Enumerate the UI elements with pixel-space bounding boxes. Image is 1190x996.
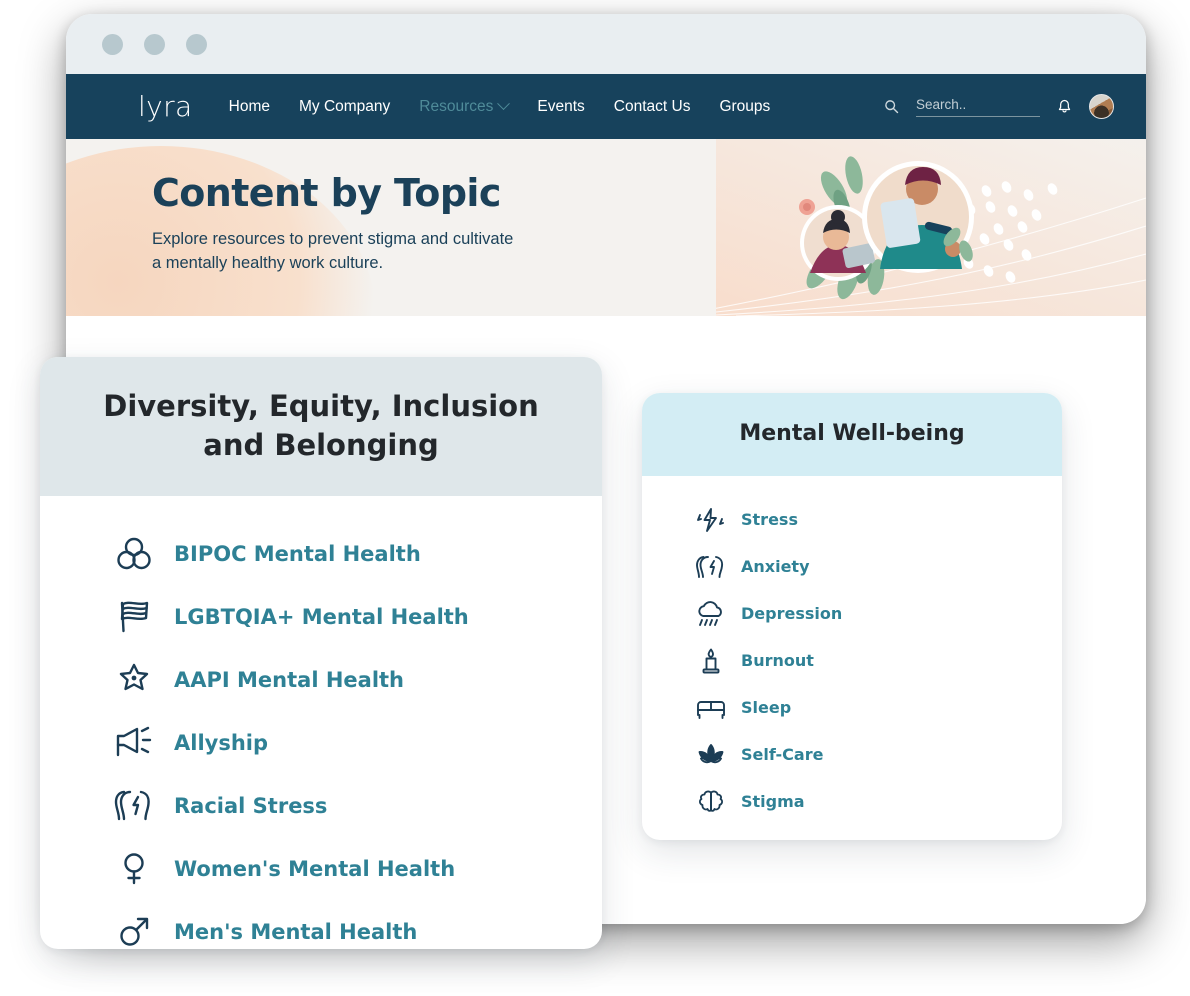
card-diversity-equity-inclusion: Diversity, Equity, Inclusion and Belongi… [40, 357, 602, 949]
list-item-self-care-label: Self-Care [741, 745, 824, 764]
list-item-allyship[interactable]: Allyship [40, 711, 602, 774]
bed-icon [695, 693, 727, 723]
nav-item-home[interactable]: Home [229, 98, 270, 116]
head-lightning-icon [112, 786, 156, 826]
three-circles-icon [112, 534, 156, 574]
list-item-lgbtqia-mental-health[interactable]: LGBTQIA+ Mental Health [40, 585, 602, 648]
card-dei-title-line2: and Belonging [203, 427, 439, 462]
list-item-mens-label: Men's Mental Health [174, 919, 418, 944]
lyra-logo[interactable]: lyra [138, 92, 193, 121]
card-mental-well-being-header: Mental Well-being [642, 393, 1062, 476]
hero-banner: Content by Topic Explore resources to pr… [66, 139, 1146, 316]
bell-icon[interactable] [1057, 99, 1072, 115]
nav-item-my-company[interactable]: My Company [299, 98, 390, 116]
list-item-burnout-label: Burnout [741, 651, 814, 670]
search-input[interactable] [916, 96, 1040, 112]
list-item-stress[interactable]: Stress [642, 496, 1062, 543]
list-item-depression-label: Depression [741, 604, 843, 623]
list-item-sleep-label: Sleep [741, 698, 792, 717]
page-title: Content by Topic [152, 171, 501, 215]
list-item-aapi-mental-health[interactable]: AAPI Mental Health [40, 648, 602, 711]
card-dei-header: Diversity, Equity, Inclusion and Belongi… [40, 357, 602, 497]
list-item-womens-label: Women's Mental Health [174, 856, 456, 881]
lightning-bolts-icon [695, 505, 727, 535]
card-dei-title-line1: Diversity, Equity, Inclusion [103, 389, 539, 423]
search-field-wrapper[interactable] [916, 96, 1040, 117]
list-item-anxiety-label: Anxiety [741, 557, 810, 576]
list-item-bipoc-mental-health[interactable]: BIPOC Mental Health [40, 522, 602, 585]
list-item-self-care[interactable]: Self-Care [642, 731, 1062, 778]
venus-symbol-icon [112, 849, 156, 889]
list-item-depression[interactable]: Depression [642, 590, 1062, 637]
close-dot[interactable] [102, 33, 123, 55]
hero-text-block: Content by Topic Explore resources to pr… [152, 171, 513, 276]
list-item-allyship-label: Allyship [174, 730, 269, 755]
list-item-bipoc-label: BIPOC Mental Health [174, 541, 421, 566]
page-subtitle: Explore resources to prevent stigma and … [152, 228, 513, 276]
nav-item-contact-us[interactable]: Contact Us [614, 98, 691, 116]
card-dei-list: BIPOC Mental Health LGBTQIA+ Mental Heal… [40, 496, 602, 949]
list-item-racial-stress[interactable]: Racial Stress [40, 774, 602, 837]
maximize-dot[interactable] [186, 33, 207, 55]
mars-symbol-icon [112, 912, 156, 949]
card-mental-well-being-list: Stress Anxiety Depression Burnout Sleep … [642, 476, 1062, 840]
list-item-mens-mental-health[interactable]: Men's Mental Health [40, 900, 602, 949]
rain-cloud-icon [695, 599, 727, 629]
card-mental-well-being-title: Mental Well-being [739, 421, 965, 446]
nav-item-resources[interactable]: Resources [419, 97, 511, 116]
list-item-sleep[interactable]: Sleep [642, 684, 1062, 731]
list-item-stress-label: Stress [741, 510, 798, 529]
screenshot-root: lyra Home My Company Resources Events Co… [0, 0, 1190, 996]
flag-icon [112, 597, 156, 637]
browser-titlebar [66, 14, 1146, 74]
card-mental-well-being: Mental Well-being Stress Anxiety Depress… [642, 393, 1062, 840]
list-item-lgbtqia-label: LGBTQIA+ Mental Health [174, 604, 469, 629]
list-item-womens-mental-health[interactable]: Women's Mental Health [40, 837, 602, 900]
list-item-stigma[interactable]: Stigma [642, 778, 1062, 825]
nav-item-groups[interactable]: Groups [719, 98, 770, 116]
search-icon[interactable] [884, 99, 899, 114]
minimize-dot[interactable] [144, 33, 165, 55]
chevron-down-icon [497, 97, 511, 111]
candle-icon [695, 646, 727, 676]
hero-illustration [799, 156, 974, 300]
list-item-anxiety[interactable]: Anxiety [642, 543, 1062, 590]
site-navbar: lyra Home My Company Resources Events Co… [66, 74, 1146, 139]
megaphone-icon [112, 723, 156, 763]
navbar-right-tools [884, 74, 1114, 139]
avatar[interactable] [1089, 94, 1114, 119]
nav-item-events[interactable]: Events [537, 98, 584, 116]
primary-nav: Home My Company Resources Events Contact… [229, 97, 770, 116]
list-item-racial-stress-label: Racial Stress [174, 793, 328, 818]
brain-icon [695, 787, 727, 817]
head-lightning-icon [695, 552, 727, 582]
list-item-aapi-label: AAPI Mental Health [174, 667, 405, 692]
lotus-icon [695, 740, 727, 770]
page-subtitle-line1: Explore resources to prevent stigma and … [152, 230, 514, 248]
flower-icon [112, 660, 156, 700]
page-subtitle-line2: a mentally healthy work culture. [152, 253, 384, 272]
list-item-burnout[interactable]: Burnout [642, 637, 1062, 684]
nav-item-resources-label: Resources [419, 97, 494, 115]
list-item-stigma-label: Stigma [741, 792, 805, 811]
